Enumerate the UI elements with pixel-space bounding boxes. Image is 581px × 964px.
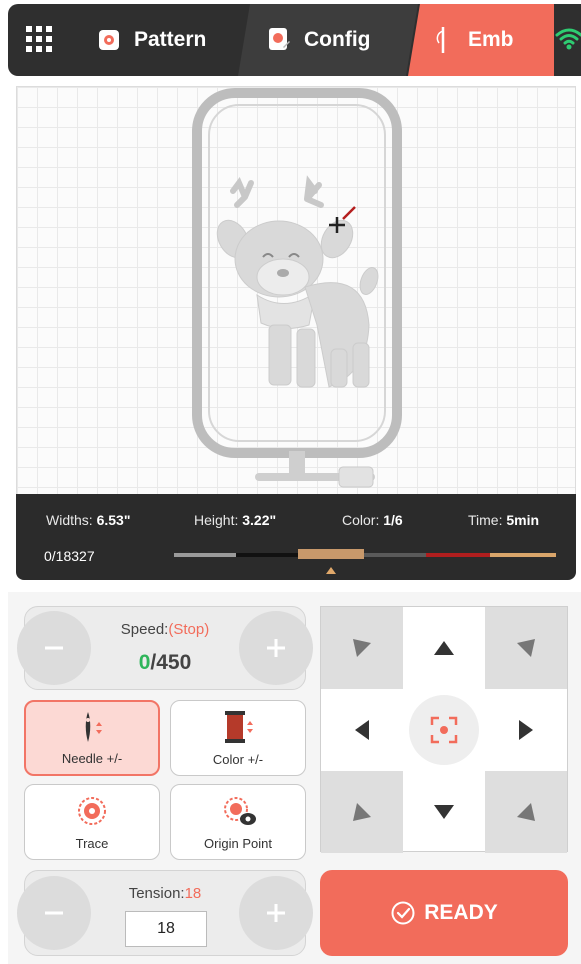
- trace-label: Trace: [75, 836, 109, 851]
- origin-point-label: Origin Point: [204, 836, 272, 851]
- top-nav-bar: Pattern Config Emb: [8, 4, 581, 76]
- needle-icon: [76, 710, 108, 749]
- current-thread-marker: [326, 567, 336, 574]
- thread-segment-3[interactable]: [298, 549, 364, 559]
- color-adjust-label: Color +/-: [212, 752, 264, 767]
- plus-icon: [267, 639, 285, 657]
- move-up-right-button[interactable]: [485, 607, 567, 689]
- tab-config[interactable]: Config: [238, 4, 418, 76]
- thread-segment-5[interactable]: [426, 553, 490, 557]
- speed-control: Speed:(Stop) 0/450: [17, 606, 313, 690]
- trace-button[interactable]: Trace: [24, 784, 160, 860]
- tension-control: Tension:18: [17, 870, 313, 956]
- deer-design: [216, 175, 379, 388]
- thread-segment-1[interactable]: [174, 553, 236, 557]
- thread-spool-icon: [221, 709, 255, 748]
- tension-input[interactable]: [125, 911, 207, 947]
- widths-value: 6.53": [96, 512, 131, 528]
- move-down-left-button[interactable]: [321, 771, 403, 853]
- grid-menu-icon[interactable]: [26, 26, 52, 52]
- minus-icon: [45, 911, 63, 915]
- move-left-button[interactable]: [321, 689, 403, 771]
- height-info: Height: 3.22": [194, 512, 276, 528]
- hoop-preview: [192, 88, 402, 488]
- design-info-bar: Widths: 6.53" Height: 3.22" Color: 1/6 T…: [16, 494, 576, 580]
- move-up-button[interactable]: [403, 607, 485, 689]
- move-up-left-button[interactable]: [321, 607, 403, 689]
- speed-state: (Stop): [168, 621, 210, 638]
- move-right-button[interactable]: [485, 689, 567, 771]
- ready-button[interactable]: READY: [320, 870, 568, 956]
- arrow-down-right-icon: [517, 803, 535, 821]
- stitch-counter: 0/18327: [44, 548, 95, 564]
- tension-value: 18: [184, 885, 202, 902]
- arrow-down-left-icon: [353, 803, 371, 821]
- arrow-right-icon: [519, 720, 533, 740]
- thread-segment-6[interactable]: [490, 553, 556, 557]
- center-focus-icon: [409, 695, 479, 765]
- speed-max: /450: [150, 651, 192, 674]
- time-label: Time:: [468, 512, 503, 528]
- needle-icon: [430, 27, 456, 53]
- tab-pattern-label: Pattern: [134, 28, 207, 51]
- trace-icon: [74, 793, 110, 832]
- wifi-icon: [554, 24, 581, 54]
- origin-point-button[interactable]: Origin Point: [170, 784, 306, 860]
- ready-label: READY: [424, 901, 498, 924]
- tab-pattern[interactable]: Pattern: [96, 4, 246, 76]
- embroidery-canvas[interactable]: [16, 86, 576, 498]
- move-down-right-button[interactable]: [485, 771, 567, 853]
- thread-segment-2[interactable]: [236, 553, 298, 557]
- color-label: Color:: [342, 512, 380, 528]
- tab-emb-label: Emb: [468, 28, 514, 51]
- needle-adjust-button[interactable]: Needle +/-: [24, 700, 160, 776]
- widths-label: Widths:: [46, 512, 93, 528]
- tension-increase-button[interactable]: [239, 876, 313, 950]
- check-circle-icon: [390, 900, 416, 926]
- config-icon: [266, 27, 292, 53]
- height-value: 3.22": [242, 512, 277, 528]
- arrow-up-icon: [434, 641, 454, 655]
- arrow-up-right-icon: [517, 639, 535, 657]
- direction-pad: [320, 606, 568, 853]
- speed-current: 0: [138, 651, 151, 674]
- time-value: 5min: [506, 512, 540, 528]
- color-adjust-button[interactable]: Color +/-: [170, 700, 306, 776]
- tab-config-label: Config: [304, 28, 371, 51]
- pattern-icon: [96, 27, 122, 53]
- arrow-down-icon: [434, 805, 454, 819]
- speed-increase-button[interactable]: [239, 611, 313, 685]
- control-panel: Speed:(Stop) 0/450 Needle +/- Color +/- …: [8, 592, 581, 964]
- origin-point-icon: [218, 793, 258, 832]
- color-info: Color: 1/6: [342, 512, 403, 528]
- thread-segment-4[interactable]: [364, 553, 426, 557]
- arrow-up-left-icon: [353, 639, 371, 657]
- arrow-left-icon: [355, 720, 369, 740]
- widths-info: Widths: 6.53": [46, 512, 130, 528]
- height-label: Height:: [194, 512, 239, 528]
- needle-adjust-label: Needle +/-: [61, 751, 123, 766]
- time-info: Time: 5min: [468, 512, 539, 528]
- center-button[interactable]: [403, 689, 485, 771]
- color-value: 1/6: [383, 512, 403, 528]
- move-down-button[interactable]: [403, 771, 485, 853]
- tab-emb[interactable]: Emb: [408, 4, 554, 76]
- plus-icon: [267, 904, 285, 922]
